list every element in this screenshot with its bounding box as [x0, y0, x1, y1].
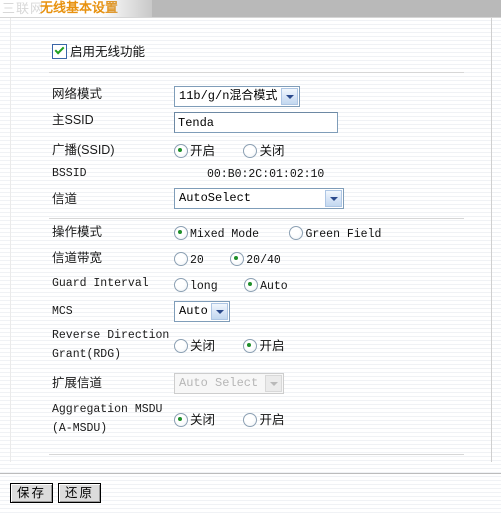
wireless-settings-form: 启用无线功能 网络模式 11b/g/n混合模式 主SSID 广播(SSID)	[11, 18, 491, 462]
guard-interval-radio-auto[interactable]: Auto	[244, 277, 288, 295]
extension-channel-value: Auto Select	[179, 376, 259, 390]
radio-dot-icon[interactable]	[243, 413, 258, 427]
mcs-control: Auto	[174, 301, 230, 322]
enable-wireless-row[interactable]: 启用无线功能	[52, 44, 145, 62]
operation-mode-radio-mixed[interactable]: Mixed Mode	[174, 225, 259, 243]
network-mode-select[interactable]: 11b/g/n混合模式	[174, 86, 300, 107]
broadcast-ssid-radio-group: 开启 关闭	[174, 143, 294, 161]
channel-value: AutoSelect	[179, 191, 252, 205]
amsdu-label: Aggregation MSDU (A-MSDU)	[52, 403, 163, 435]
operation-mode-radio-green[interactable]: Green Field	[289, 225, 381, 243]
row-amsdu: Aggregation MSDU (A-MSDU) 关闭 开启	[11, 400, 491, 444]
rdg-off-label: 关闭	[190, 339, 216, 353]
radio-dot-icon[interactable]	[243, 339, 258, 353]
radio-dot-icon[interactable]	[174, 226, 188, 240]
extension-channel-label: 扩展信道	[52, 376, 103, 390]
divider-mid-1	[49, 218, 464, 219]
row-channel: 信道 AutoSelect	[11, 188, 491, 216]
mcs-value: Auto	[179, 304, 208, 318]
row-channel-bandwidth: 信道带宽 20 20/40	[11, 250, 491, 278]
radio-dot-icon[interactable]	[174, 413, 188, 427]
restore-button[interactable]: 还原	[58, 483, 101, 503]
chevron-down-icon[interactable]	[325, 190, 342, 207]
channel-bandwidth-20-label: 20	[190, 254, 204, 267]
row-rdg: Reverse Direction Grant(RDG) 关闭 开启	[11, 326, 491, 370]
radio-dot-icon[interactable]	[243, 144, 258, 158]
amsdu-off-label: 关闭	[190, 413, 216, 427]
channel-bandwidth-radio-20[interactable]: 20	[174, 251, 204, 269]
row-extension-channel: 扩展信道 Auto Select	[11, 372, 491, 400]
divider-bottom	[49, 454, 464, 455]
radio-dot-icon[interactable]	[244, 278, 259, 292]
content-right-rule	[491, 18, 492, 462]
radio-dot-icon[interactable]	[174, 278, 188, 292]
mcs-label: MCS	[52, 305, 73, 318]
rdg-on-label: 开启	[259, 339, 285, 353]
primary-ssid-label: 主SSID	[52, 113, 94, 127]
site-watermark: 三联网	[2, 1, 45, 16]
row-network-mode: 网络模式 11b/g/n混合模式	[11, 86, 491, 114]
guard-interval-label: Guard Interval	[52, 277, 149, 290]
save-button[interactable]: 保存	[10, 483, 53, 503]
mcs-select[interactable]: Auto	[174, 301, 230, 322]
bssid-value: 00:B0:2C:01:02:10	[207, 168, 325, 181]
enable-wireless-label: 启用无线功能	[70, 45, 146, 59]
primary-ssid-control	[174, 112, 338, 133]
title-bar-gradient	[100, 0, 160, 17]
network-mode-label: 网络模式	[52, 87, 103, 101]
operation-mode-green-label: Green Field	[305, 228, 382, 241]
radio-dot-icon[interactable]	[230, 252, 245, 266]
amsdu-radio-group: 关闭 开启	[174, 412, 294, 430]
chevron-down-icon	[265, 375, 282, 392]
broadcast-ssid-on-label: 开启	[190, 144, 216, 158]
radio-dot-icon[interactable]	[174, 339, 188, 353]
channel-bandwidth-radio-group: 20 20/40	[174, 251, 291, 269]
chevron-down-icon[interactable]	[211, 303, 228, 320]
rdg-label: Reverse Direction Grant(RDG)	[52, 329, 170, 361]
footer-button-bar: 保存 还原	[0, 474, 501, 514]
rdg-radio-off[interactable]: 关闭	[174, 338, 215, 356]
rdg-radio-on[interactable]: 开启	[243, 338, 284, 356]
operation-mode-mixed-label: Mixed Mode	[190, 228, 260, 241]
broadcast-ssid-label: 广播(SSID)	[52, 143, 115, 157]
broadcast-ssid-radio-off[interactable]: 关闭	[243, 143, 284, 161]
bssid-label: BSSID	[52, 167, 87, 180]
channel-select[interactable]: AutoSelect	[174, 188, 344, 209]
extension-channel-control: Auto Select	[174, 373, 284, 394]
enable-wireless-checkbox[interactable]	[52, 44, 67, 59]
title-bar: 三联网 无线基本设置	[0, 0, 501, 17]
chevron-down-icon[interactable]	[281, 88, 298, 105]
row-primary-ssid: 主SSID	[11, 112, 491, 140]
broadcast-ssid-radio-on[interactable]: 开启	[174, 143, 215, 161]
channel-control: AutoSelect	[174, 188, 344, 209]
guard-interval-auto-label: Auto	[260, 280, 288, 293]
radio-dot-icon[interactable]	[174, 252, 188, 266]
channel-bandwidth-radio-2040[interactable]: 20/40	[230, 251, 281, 269]
page-root: 三联网 无线基本设置 启用无线功能 网络模式 11b/g/n混合模式 主SSID	[0, 0, 501, 514]
amsdu-radio-off[interactable]: 关闭	[174, 412, 215, 430]
guard-interval-radio-long[interactable]: long	[174, 277, 218, 295]
guard-interval-long-label: long	[190, 280, 218, 293]
rdg-radio-group: 关闭 开启	[174, 338, 294, 356]
row-mcs: MCS Auto	[11, 300, 491, 328]
guard-interval-radio-group: long Auto	[174, 277, 298, 295]
channel-label: 信道	[52, 192, 78, 206]
broadcast-ssid-off-label: 关闭	[259, 144, 285, 158]
channel-bandwidth-label: 信道带宽	[52, 251, 103, 265]
operation-mode-radio-group: Mixed Mode Green Field	[174, 225, 391, 243]
row-operation-mode: 操作模式 Mixed Mode Green Field	[11, 224, 491, 252]
operation-mode-label: 操作模式	[52, 225, 103, 239]
amsdu-radio-on[interactable]: 开启	[243, 412, 284, 430]
channel-bandwidth-2040-label: 20/40	[246, 254, 281, 267]
primary-ssid-input[interactable]	[174, 112, 338, 133]
radio-dot-icon[interactable]	[289, 226, 304, 240]
extension-channel-select: Auto Select	[174, 373, 284, 394]
amsdu-on-label: 开启	[259, 413, 285, 427]
title-bar-gray-fill	[152, 0, 501, 17]
network-mode-control: 11b/g/n混合模式	[174, 86, 300, 107]
network-mode-value: 11b/g/n混合模式	[179, 89, 278, 103]
radio-dot-icon[interactable]	[174, 144, 188, 158]
divider-top	[49, 72, 464, 73]
